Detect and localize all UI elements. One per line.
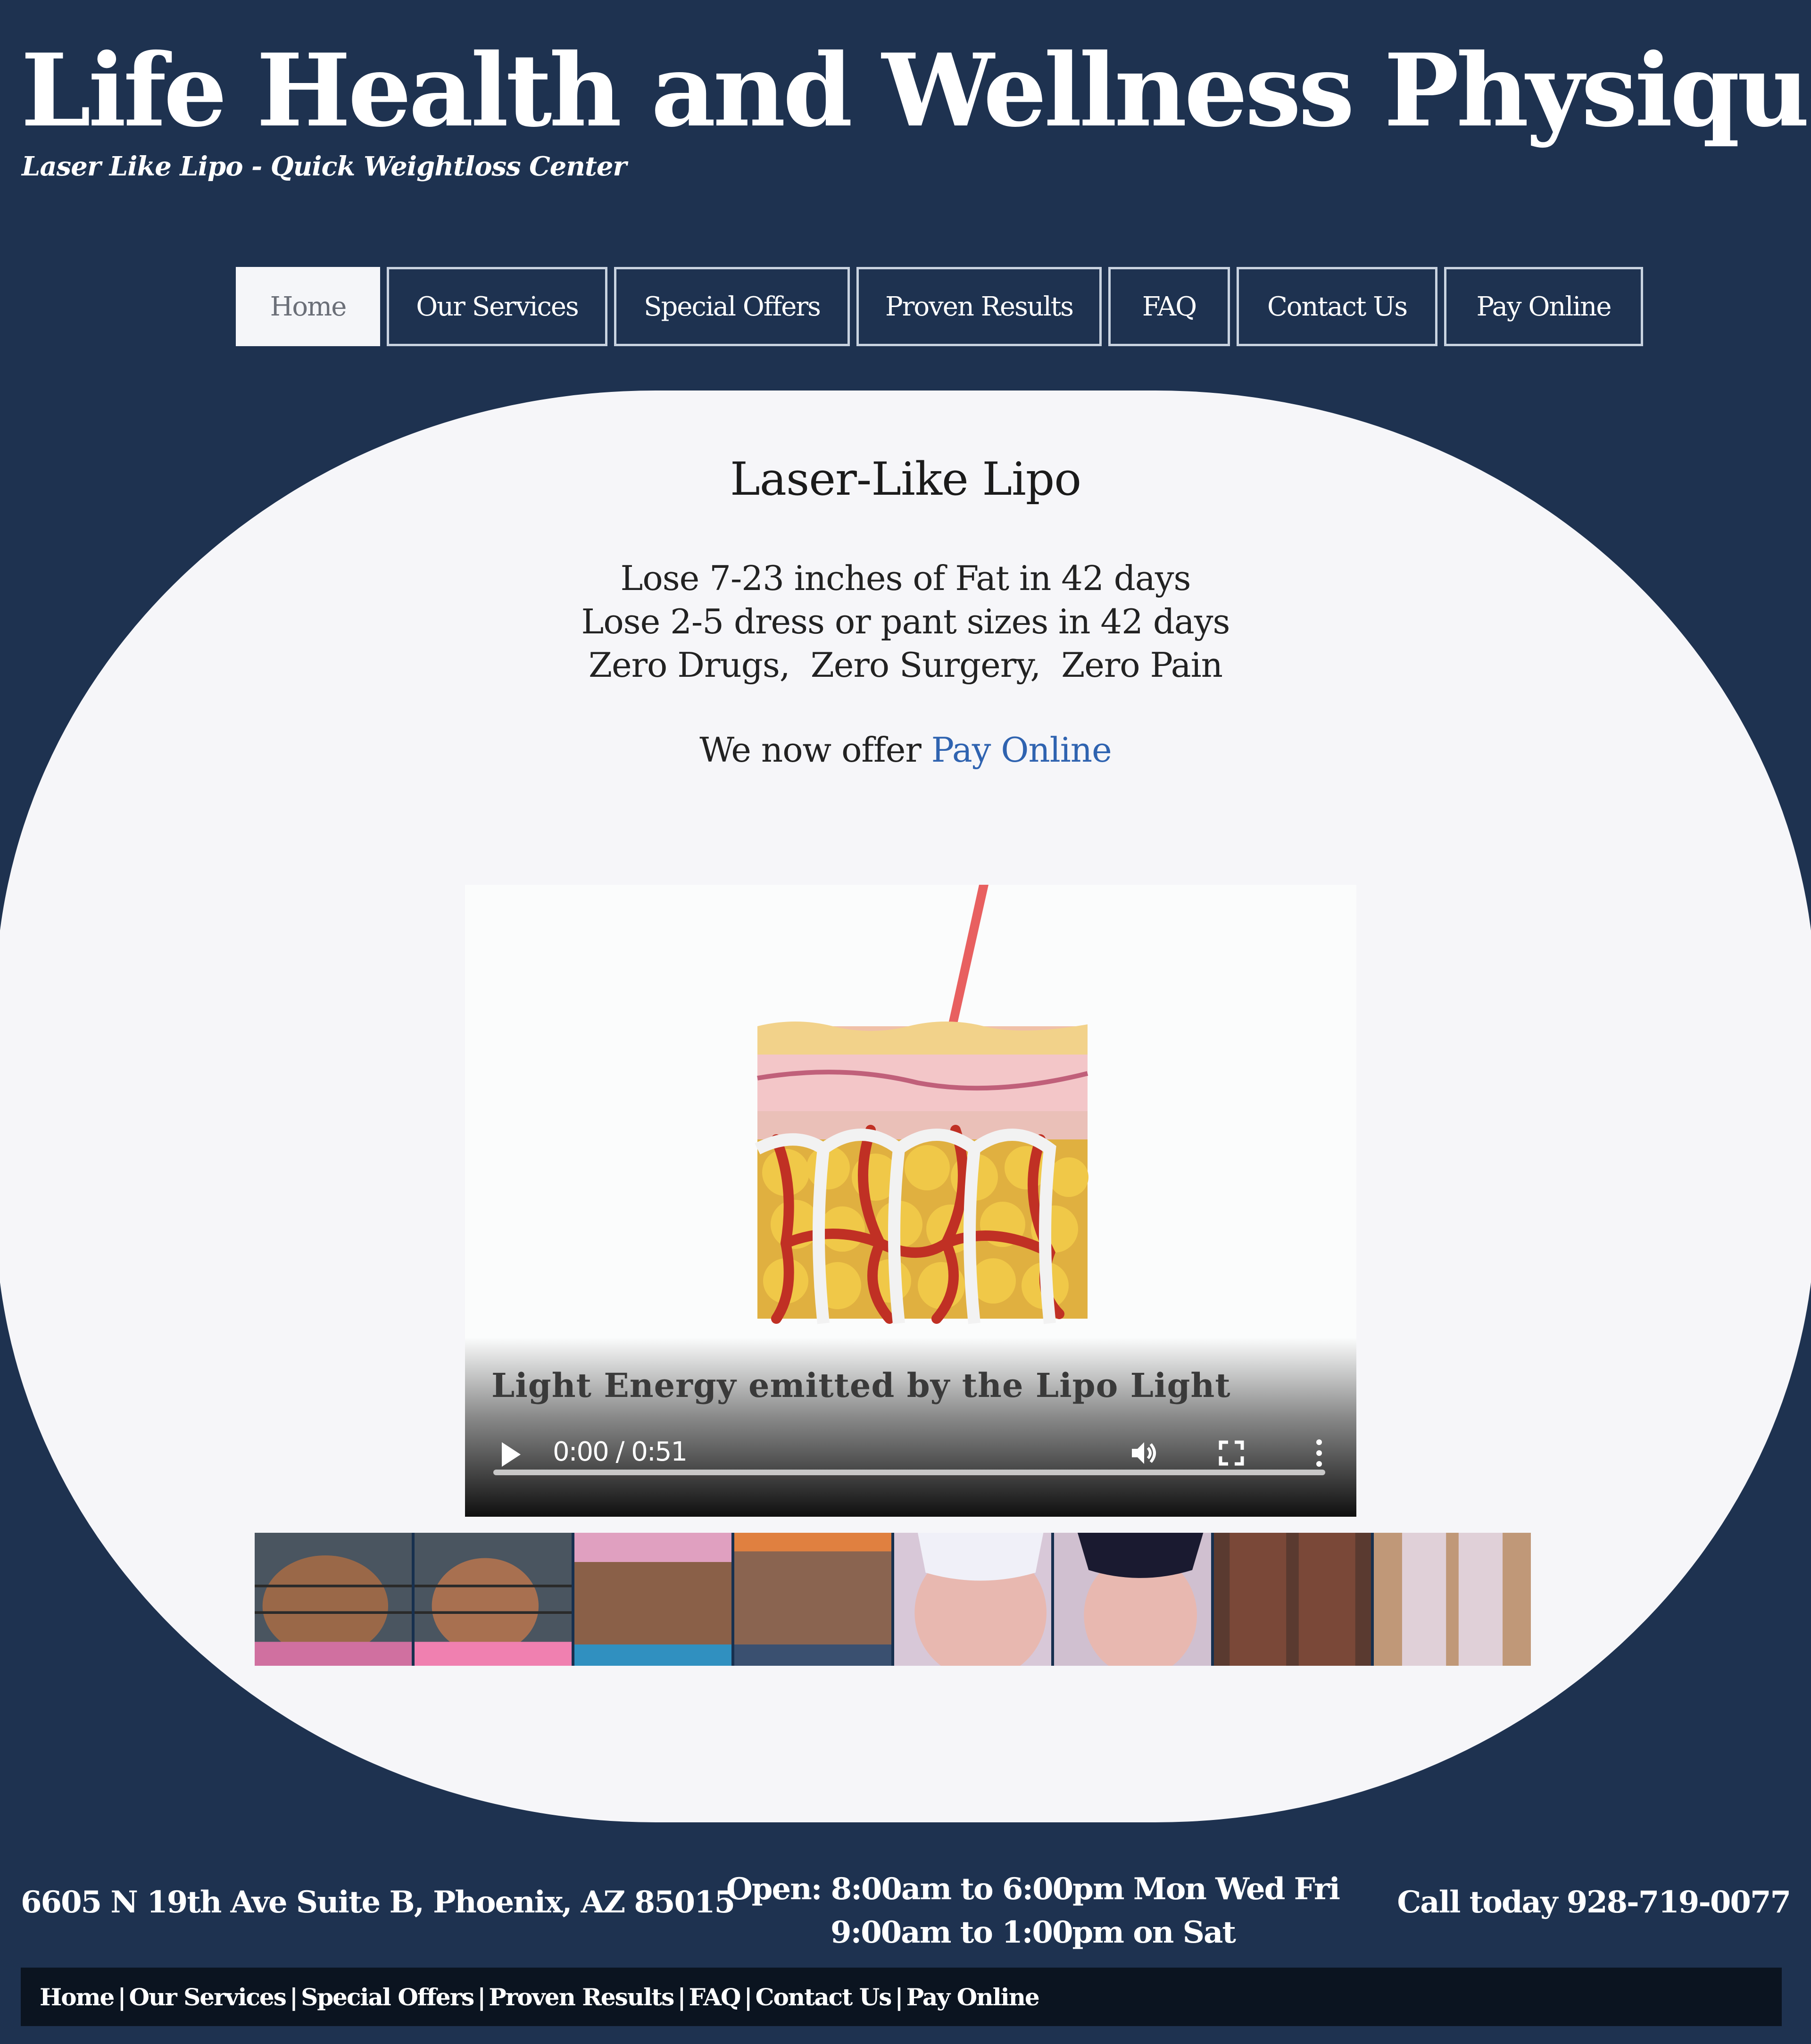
thumbnail-belly-side-after[interactable] <box>415 1533 572 1666</box>
nav-pay-online[interactable]: Pay Online <box>1444 267 1643 346</box>
nav-special-offers[interactable]: Special Offers <box>614 267 850 346</box>
footer-hours: Open: 8:00am to 6:00pm Mon Wed Fri 9:00a… <box>698 1868 1368 1954</box>
thumbnail-back-before[interactable] <box>574 1533 731 1666</box>
nav-home[interactable]: Home <box>236 267 380 346</box>
play-icon[interactable] <box>502 1442 521 1467</box>
volume-icon[interactable] <box>1127 1437 1160 1470</box>
promo-line-sizes: Lose 2-5 dress or pant sizes in 42 days <box>581 602 1230 641</box>
photo-back-before <box>574 1533 731 1666</box>
benefit-surgery: Zero Surgery, <box>810 645 1041 685</box>
footer-link-proven-results[interactable]: Proven Results <box>489 1983 674 2011</box>
thumbnail-thigh-before[interactable] <box>894 1533 1051 1666</box>
photo-thigh-after <box>1054 1533 1211 1666</box>
footer-link-home[interactable]: Home <box>40 1983 115 2011</box>
photo-legs-before <box>1214 1533 1371 1666</box>
footer-links-bar: Home | Our Services | Special Offers | Prov… <box>21 1968 1782 2026</box>
footer-link-pay-online[interactable]: Pay Online <box>906 1983 1040 2011</box>
video-time: 0:00 / 0:51 <box>553 1437 688 1467</box>
site-title[interactable]: Life Health and Wellness Physique <box>21 33 1811 148</box>
footer-links: Home | Our Services | Special Offers | Prov… <box>40 1983 1040 2011</box>
fullscreen-icon[interactable] <box>1215 1437 1248 1470</box>
thumbnail-legs-after[interactable] <box>1374 1533 1531 1666</box>
footer-phone[interactable]: Call today 928-719-0077 <box>1397 1885 1791 1920</box>
results-gallery <box>255 1533 1531 1666</box>
photo-belly-side-before <box>255 1533 412 1666</box>
nav-proven-results[interactable]: Proven Results <box>856 267 1102 346</box>
photo-legs-after <box>1374 1533 1531 1666</box>
promo-line-benefits: Zero Drugs, Zero Surgery, Zero Pain <box>0 643 1811 687</box>
video-player[interactable]: Light Energy emitted by the Lipo Light 0… <box>465 885 1356 1517</box>
footer-link-contact-us[interactable]: Contact Us <box>756 1983 892 2011</box>
site-tagline: Laser Like Lipo - Quick Weightloss Cente… <box>22 151 627 182</box>
main-nav: Home Our Services Special Offers Proven … <box>236 267 1650 346</box>
benefit-pain: Zero Pain <box>1061 645 1223 685</box>
promo-text: Lose 7-23 inches of Fat in 42 days Lose … <box>0 557 1811 687</box>
nav-contact-us[interactable]: Contact Us <box>1237 267 1437 346</box>
footer-link-faq[interactable]: FAQ <box>689 1983 741 2011</box>
thumbnail-back-after[interactable] <box>734 1533 891 1666</box>
nav-faq[interactable]: FAQ <box>1108 267 1230 346</box>
page-title: Laser-Like Lipo <box>730 453 1081 506</box>
photo-belly-side-after <box>415 1533 572 1666</box>
thumbnail-legs-before[interactable] <box>1214 1533 1371 1666</box>
hours-weekday: Open: 8:00am to 6:00pm Mon Wed Fri <box>726 1871 1340 1907</box>
photo-thigh-before <box>894 1533 1051 1666</box>
hours-saturday: 9:00am to 1:00pm on Sat <box>831 1915 1236 1950</box>
photo-back-after <box>734 1533 891 1666</box>
video-caption: Light Energy emitted by the Lipo Light <box>491 1366 1231 1405</box>
nav-our-services[interactable]: Our Services <box>387 267 607 346</box>
pay-online-prefix: We now offer <box>699 730 922 770</box>
footer-link-special-offers[interactable]: Special Offers <box>301 1983 474 2011</box>
thumbnail-thigh-after[interactable] <box>1054 1533 1211 1666</box>
pay-online-notice: We now offer Pay Online <box>0 730 1811 770</box>
benefit-drugs: Zero Drugs, <box>588 645 790 685</box>
footer-address: 6605 N 19th Ave Suite B, Phoenix, AZ 850… <box>21 1885 735 1920</box>
thumbnail-belly-side-before[interactable] <box>255 1533 412 1666</box>
promo-line-inches: Lose 7-23 inches of Fat in 42 days <box>620 558 1191 598</box>
pay-online-link[interactable]: Pay Online <box>931 730 1112 770</box>
video-progress-bar[interactable] <box>493 1470 1325 1475</box>
more-options-icon[interactable] <box>1303 1437 1336 1470</box>
footer-link-our-services[interactable]: Our Services <box>129 1983 287 2011</box>
